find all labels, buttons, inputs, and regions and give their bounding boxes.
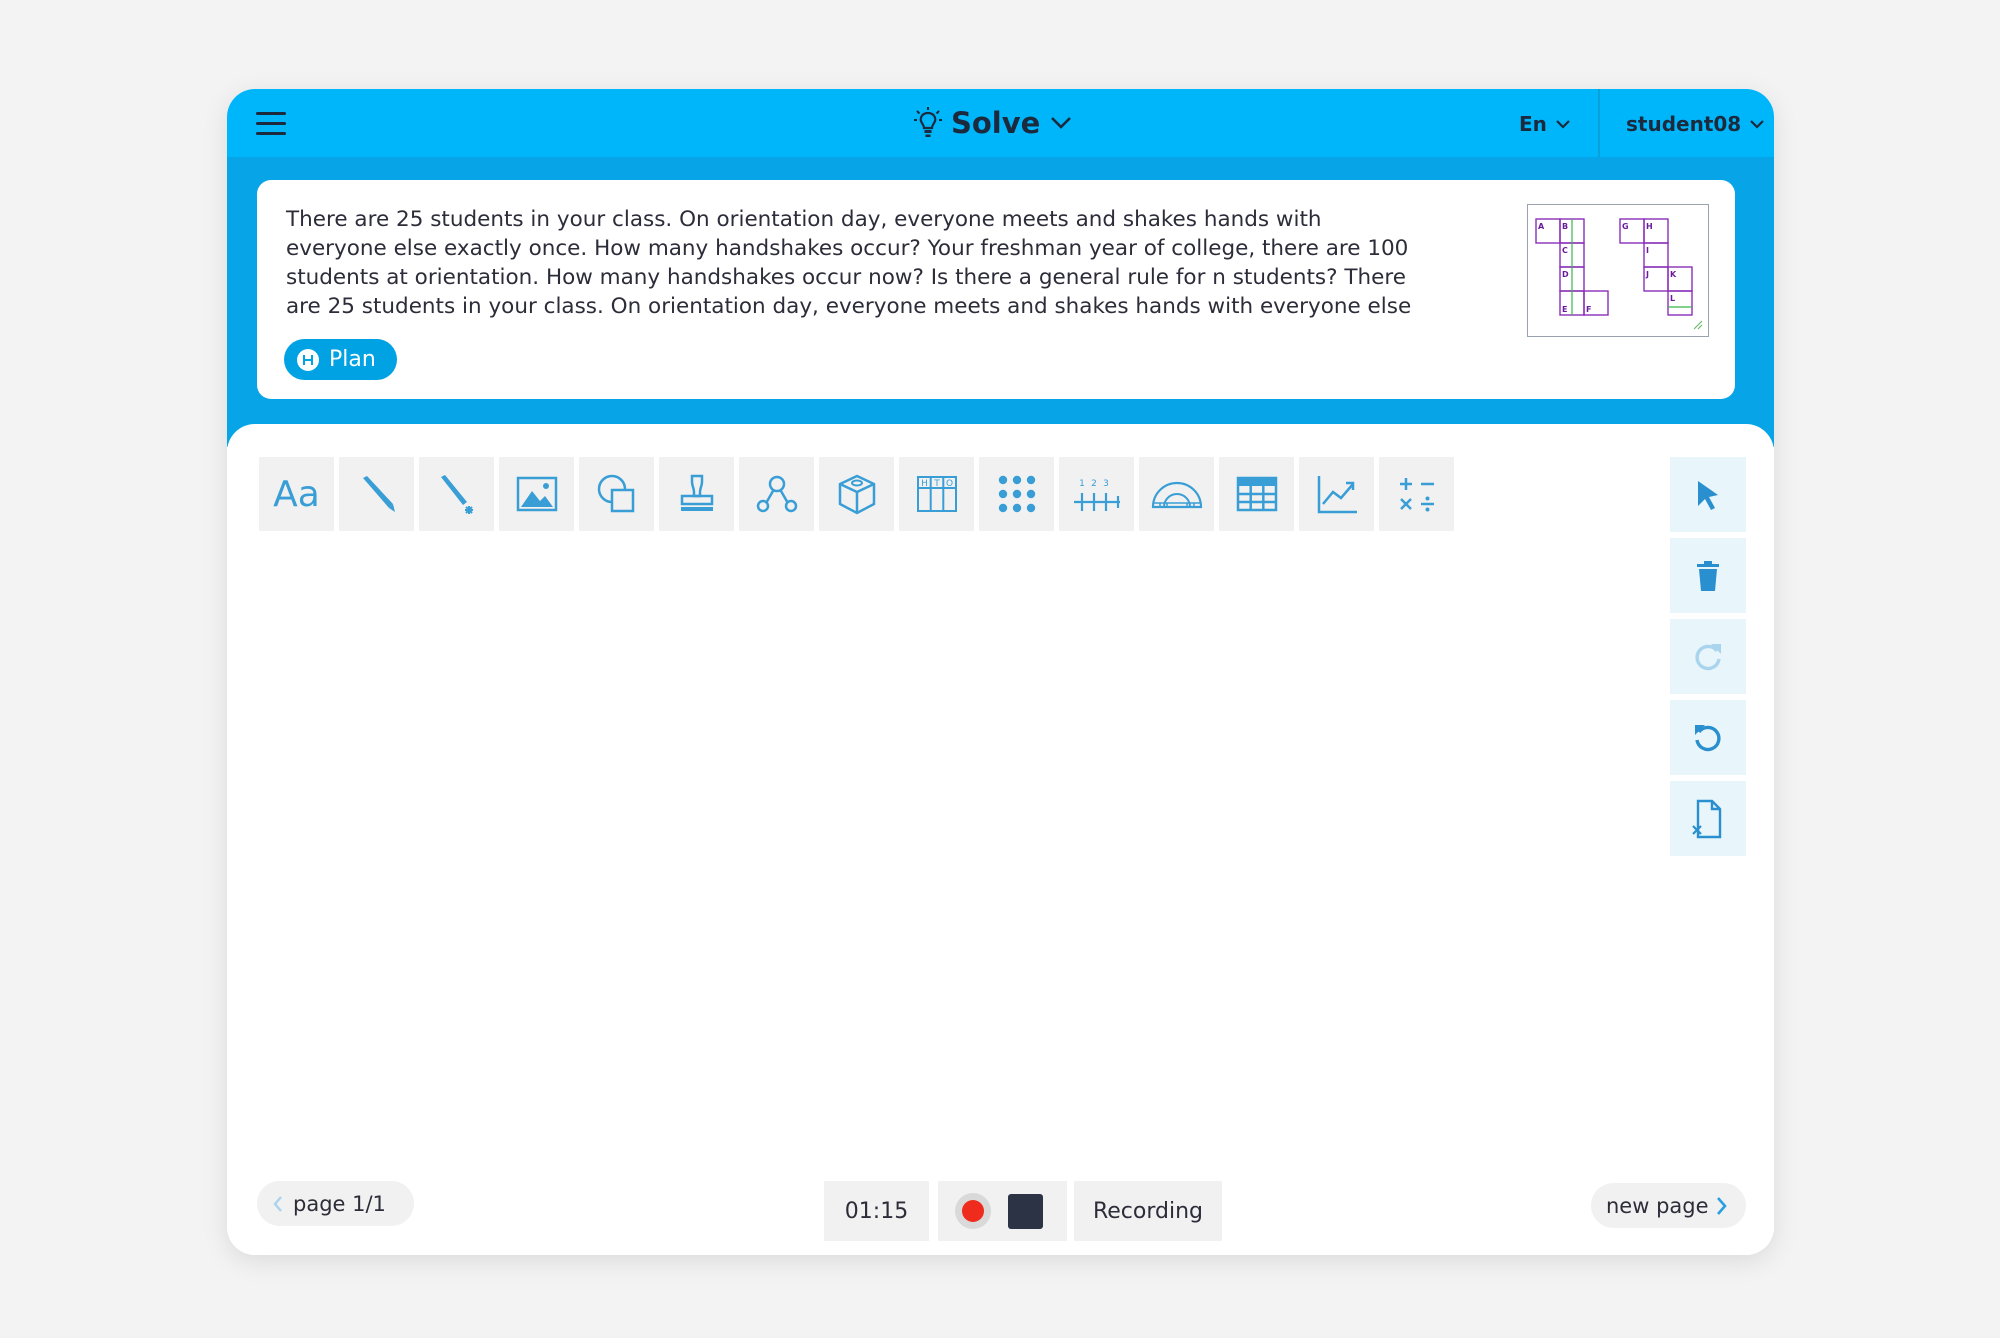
menu-icon[interactable]: [256, 112, 286, 136]
undo-button[interactable]: [1670, 700, 1746, 775]
chevron-right-icon: [1716, 1196, 1727, 1215]
chevron-left-icon[interactable]: [273, 1195, 283, 1213]
shapes-icon: [597, 474, 634, 513]
place-value-label: O: [946, 479, 953, 489]
clear-page-button[interactable]: [1670, 781, 1746, 856]
workspace-canvas[interactable]: Aa H T O 1 2 3 page 1/1 01:15 Recording …: [227, 424, 1774, 1255]
highlighter-tool-button[interactable]: [419, 457, 494, 531]
stamp-icon: [680, 474, 713, 511]
problem-line: are 25 students in your class. On orient…: [286, 294, 1412, 319]
plan-label: Plan: [329, 347, 376, 372]
problem-card: There are 25 students in your class. On …: [257, 180, 1735, 399]
table-icon: [1236, 476, 1277, 512]
number-line-icon: 1 2 3: [1073, 479, 1120, 511]
recording-controls: [938, 1181, 1067, 1241]
thumb-label: A: [1538, 222, 1545, 231]
dot-array-icon: [998, 475, 1035, 513]
record-icon: [962, 1200, 984, 1222]
number-line-label: 2: [1091, 479, 1097, 489]
number-line-tool-button[interactable]: 1 2 3: [1059, 457, 1134, 531]
recording-status: Recording: [1074, 1181, 1222, 1241]
select-button[interactable]: [1670, 457, 1746, 532]
chevron-down-icon: [1051, 117, 1072, 129]
thumb-label: H: [1646, 222, 1653, 231]
lightbulb-icon: [914, 107, 942, 137]
redo-button[interactable]: [1670, 619, 1746, 694]
problem-line: There are 25 students in your class. On …: [286, 207, 1322, 232]
tool-palette: Aa H T O 1 2 3: [259, 457, 1454, 531]
header-divider: [1598, 89, 1600, 157]
network-tool-button[interactable]: [739, 457, 814, 531]
image-icon: [516, 476, 557, 512]
username-label: student08: [1626, 112, 1742, 136]
cursor-icon: [1698, 480, 1718, 510]
thumb-label: L: [1670, 294, 1675, 303]
plan-icon: [297, 348, 319, 371]
thumb-label: C: [1562, 246, 1568, 255]
math-operations-icon: [1399, 478, 1434, 512]
chevron-down-icon: [1556, 120, 1570, 129]
page-navigator[interactable]: page 1/1: [257, 1181, 414, 1226]
graph-tool-button[interactable]: [1299, 457, 1374, 531]
redo-icon: [1695, 643, 1721, 670]
problem-line: everyone else exactly once. How many han…: [286, 236, 1409, 261]
thumb-label: D: [1562, 270, 1569, 279]
app-window: Solve En student08 There are 25 students…: [227, 89, 1774, 1255]
plan-button[interactable]: Plan: [284, 339, 397, 380]
expand-icon: [1693, 320, 1703, 330]
new-page-label: new page: [1606, 1193, 1709, 1218]
thumb-label: G: [1622, 222, 1629, 231]
network-icon: [756, 475, 797, 513]
recording-timer: 01:15: [824, 1181, 929, 1241]
text-tool-button[interactable]: Aa: [259, 457, 334, 531]
line-graph-icon: [1317, 476, 1357, 514]
side-toolbar: [1670, 457, 1746, 856]
record-button[interactable]: [955, 1193, 991, 1229]
chevron-down-icon: [1750, 120, 1764, 129]
problem-line: students at orientation. How many handsh…: [286, 265, 1406, 290]
trash-icon: [1697, 560, 1719, 591]
operations-tool-button[interactable]: [1379, 457, 1454, 531]
pen-icon: [362, 476, 395, 512]
stamp-tool-button[interactable]: [659, 457, 734, 531]
user-dropdown[interactable]: student08: [1626, 109, 1765, 139]
language-label: En: [1519, 112, 1547, 136]
stop-button[interactable]: [1008, 1193, 1043, 1229]
thumb-label: J: [1645, 270, 1649, 279]
page-indicator: page 1/1: [293, 1191, 386, 1216]
top-bar: Solve En student08: [227, 89, 1774, 157]
thumb-label: F: [1586, 305, 1591, 314]
mode-dropdown[interactable]: Solve: [913, 103, 1072, 143]
problem-image-thumbnail[interactable]: A B C D E F G H I J K L: [1527, 204, 1709, 337]
place-value-label: T: [933, 479, 940, 489]
undo-icon: [1695, 724, 1721, 751]
cube-tool-button[interactable]: [819, 457, 894, 531]
delete-button[interactable]: [1670, 538, 1746, 613]
page-title: Solve: [951, 106, 1041, 140]
number-line-label: 1: [1079, 479, 1085, 489]
protractor-icon: [1151, 481, 1202, 509]
place-value-chart-icon: H T O: [916, 476, 957, 512]
problem-statement: There are 25 students in your class. On …: [286, 205, 1456, 321]
new-page-button[interactable]: new page: [1591, 1183, 1746, 1228]
thumb-label: I: [1646, 246, 1649, 255]
place-value-label: H: [921, 479, 928, 489]
cube-icon: [838, 474, 875, 515]
language-dropdown[interactable]: En: [1519, 109, 1571, 139]
number-line-label: 3: [1103, 479, 1109, 489]
image-tool-button[interactable]: [499, 457, 574, 531]
pen-tool-button[interactable]: [339, 457, 414, 531]
document-clear-icon: [1692, 799, 1722, 838]
protractor-tool-button[interactable]: [1139, 457, 1214, 531]
shapes-tool-button[interactable]: [579, 457, 654, 531]
highlighter-icon: [440, 475, 473, 514]
grid-figure-icon: A B C D E F G H I J K L: [1535, 218, 1703, 330]
thumb-label: B: [1562, 222, 1568, 231]
table-tool-button[interactable]: [1219, 457, 1294, 531]
text-icon: Aa: [273, 473, 320, 515]
dot-array-tool-button[interactable]: [979, 457, 1054, 531]
thumb-label: K: [1670, 270, 1677, 279]
place-value-tool-button[interactable]: H T O: [899, 457, 974, 531]
thumb-label: E: [1562, 305, 1567, 314]
